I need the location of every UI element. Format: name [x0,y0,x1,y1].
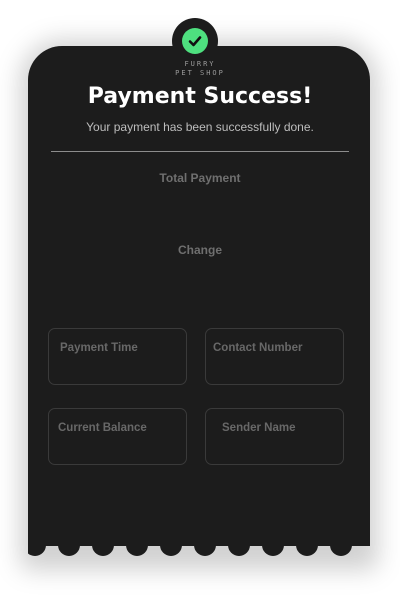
divider [51,151,349,152]
success-badge [172,18,218,64]
brand-name: FURRY [184,60,216,68]
sender-name-field: Sender Name [205,408,344,465]
checkmark-icon [188,36,202,47]
edge-scallop [126,538,148,556]
check-circle-icon [182,28,208,54]
page-title: Payment Success! [87,84,313,109]
edge-scallop [262,538,284,556]
contact-number-field: Contact Number [205,328,344,385]
current-balance-label: Current Balance [58,422,147,434]
page-subtitle: Your payment has been successfully done. [86,120,314,134]
edge-scallop [228,538,250,556]
total-payment-label: Total Payment [159,171,241,185]
sender-name-label: Sender Name [222,422,296,434]
payment-time-label: Payment Time [60,342,138,354]
receipt-scalloped-edge [28,538,370,558]
brand-tagline: PET SHOP [175,69,225,77]
edge-scallop [58,538,80,556]
edge-scallop [92,538,114,556]
edge-scallop [330,538,352,556]
contact-number-label: Contact Number [213,342,303,354]
edge-scallop [28,538,46,556]
current-balance-field: Current Balance [48,408,187,465]
payment-time-field: Payment Time [48,328,187,385]
edge-scallop [194,538,216,556]
change-label: Change [177,243,222,257]
edge-scallop [160,538,182,556]
edge-scallop [296,538,318,556]
